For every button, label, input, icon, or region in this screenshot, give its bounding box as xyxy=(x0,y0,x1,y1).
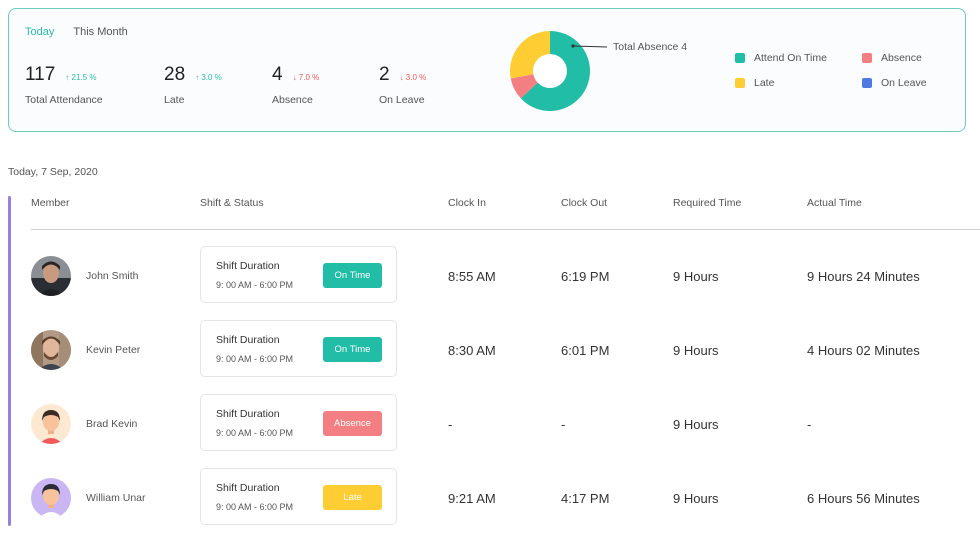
stat-absence: 4 ↓ 7.0 % Absence xyxy=(272,64,319,106)
legend-absence: Absence xyxy=(862,52,922,64)
avatar-photo-kevin xyxy=(31,330,71,370)
stat-label: On Leave xyxy=(379,94,425,106)
required-time-value: 9 Hours xyxy=(673,491,719,506)
stat-change: ↑ 3.0 % xyxy=(195,73,222,82)
avatar-photo-john xyxy=(31,256,71,296)
shift-time: 9: 00 AM - 6:00 PM xyxy=(216,502,294,512)
column-header-member: Member xyxy=(31,197,70,209)
stat-label: Total Attendance xyxy=(25,94,103,106)
legend-swatch xyxy=(735,78,745,88)
legend-swatch xyxy=(862,53,872,63)
legend-label: Late xyxy=(754,77,775,89)
date-heading: Today, 7 Sep, 2020 xyxy=(8,166,98,178)
period-tabs: Today This Month xyxy=(25,26,128,38)
legend-label: Absence xyxy=(881,52,922,64)
required-time-value: 9 Hours xyxy=(673,269,719,284)
status-badge[interactable]: On Time xyxy=(323,337,382,362)
avatar xyxy=(31,256,71,296)
shift-title: Shift Duration xyxy=(216,334,280,346)
shift-time: 9: 00 AM - 6:00 PM xyxy=(216,280,294,290)
legend-swatch xyxy=(862,78,872,88)
stat-late: 28 ↑ 3.0 % Late xyxy=(164,64,222,106)
actual-time-value: - xyxy=(807,417,812,432)
clock-out-value: - xyxy=(561,417,566,432)
attendance-donut-chart xyxy=(510,31,608,112)
stat-total-attendance: 117 ↑ 21.5 % Total Attendance xyxy=(25,64,103,106)
actual-time-value: 9 Hours 24 Minutes xyxy=(807,269,920,284)
column-header-clock-out: Clock Out xyxy=(561,197,608,209)
total-absence-callout: Total Absence 4 xyxy=(613,41,688,53)
shift-card: Shift Duration 9: 00 AM - 6:00 PM On Tim… xyxy=(200,320,397,377)
required-time-value: 9 Hours xyxy=(673,417,719,432)
shift-card: Shift Duration 9: 00 AM - 6:00 PM On Tim… xyxy=(200,246,397,303)
avatar-illustration-william xyxy=(31,478,71,518)
tab-today[interactable]: Today xyxy=(25,26,54,38)
stat-value: 2 xyxy=(379,64,390,85)
clock-in-value: 9:21 AM xyxy=(448,491,496,506)
column-header-shift-status: Shift & Status xyxy=(200,197,264,209)
legend-label: Attend On Time xyxy=(754,52,827,64)
member-name[interactable]: Brad Kevin xyxy=(86,418,137,430)
clock-out-value: 6:19 PM xyxy=(561,269,610,284)
column-header-actual-time: Actual Time xyxy=(807,197,862,209)
clock-out-value: 4:17 PM xyxy=(561,491,610,506)
stat-value: 28 xyxy=(164,64,186,85)
timeline-accent-bar xyxy=(8,196,11,526)
shift-title: Shift Duration xyxy=(216,482,280,494)
shift-time: 9: 00 AM - 6:00 PM xyxy=(216,428,294,438)
tab-this-month[interactable]: This Month xyxy=(73,26,127,38)
stat-change: ↓ 3.0 % xyxy=(399,73,427,82)
column-header-clock-in: Clock In xyxy=(448,197,486,209)
actual-time-value: 6 Hours 56 Minutes xyxy=(807,491,920,506)
avatar xyxy=(31,330,71,370)
shift-title: Shift Duration xyxy=(216,408,280,420)
clock-in-value: 8:55 AM xyxy=(448,269,496,284)
stat-change: ↑ 21.5 % xyxy=(65,73,97,82)
column-header-required-time: Required Time xyxy=(673,197,742,209)
actual-time-value: 4 Hours 02 Minutes xyxy=(807,343,920,358)
shift-title: Shift Duration xyxy=(216,260,280,272)
status-badge[interactable]: On Time xyxy=(323,263,382,288)
stat-value: 4 xyxy=(272,64,283,85)
legend-swatch xyxy=(735,53,745,63)
clock-in-value: - xyxy=(448,417,453,432)
member-name[interactable]: John Smith xyxy=(86,270,139,282)
attendance-summary-card: Today This Month 117 ↑ 21.5 % Total Atte… xyxy=(8,8,966,132)
status-badge[interactable]: Absence xyxy=(323,411,382,436)
legend-on-leave: On Leave xyxy=(862,77,927,89)
status-badge[interactable]: Late xyxy=(323,485,382,510)
shift-card: Shift Duration 9: 00 AM - 6:00 PM Late xyxy=(200,468,397,525)
avatar-illustration-brad xyxy=(31,404,71,444)
legend-attend-on-time: Attend On Time xyxy=(735,52,827,64)
stat-value: 117 xyxy=(25,64,56,85)
donut-hole xyxy=(533,54,567,88)
shift-time: 9: 00 AM - 6:00 PM xyxy=(216,354,294,364)
required-time-value: 9 Hours xyxy=(673,343,719,358)
shift-card: Shift Duration 9: 00 AM - 6:00 PM Absenc… xyxy=(200,394,397,451)
legend-label: On Leave xyxy=(881,77,927,89)
stat-label: Absence xyxy=(272,94,313,106)
member-name[interactable]: Kevin Peter xyxy=(86,344,140,356)
header-divider xyxy=(31,229,980,230)
stat-change: ↓ 7.0 % xyxy=(292,73,320,82)
avatar xyxy=(31,404,71,444)
stat-on-leave: 2 ↓ 3.0 % On Leave xyxy=(379,64,426,106)
legend-late: Late xyxy=(735,77,774,89)
stat-label: Late xyxy=(164,94,185,106)
member-name[interactable]: William Unar xyxy=(86,492,146,504)
avatar xyxy=(31,478,71,518)
clock-in-value: 8:30 AM xyxy=(448,343,496,358)
clock-out-value: 6:01 PM xyxy=(561,343,610,358)
